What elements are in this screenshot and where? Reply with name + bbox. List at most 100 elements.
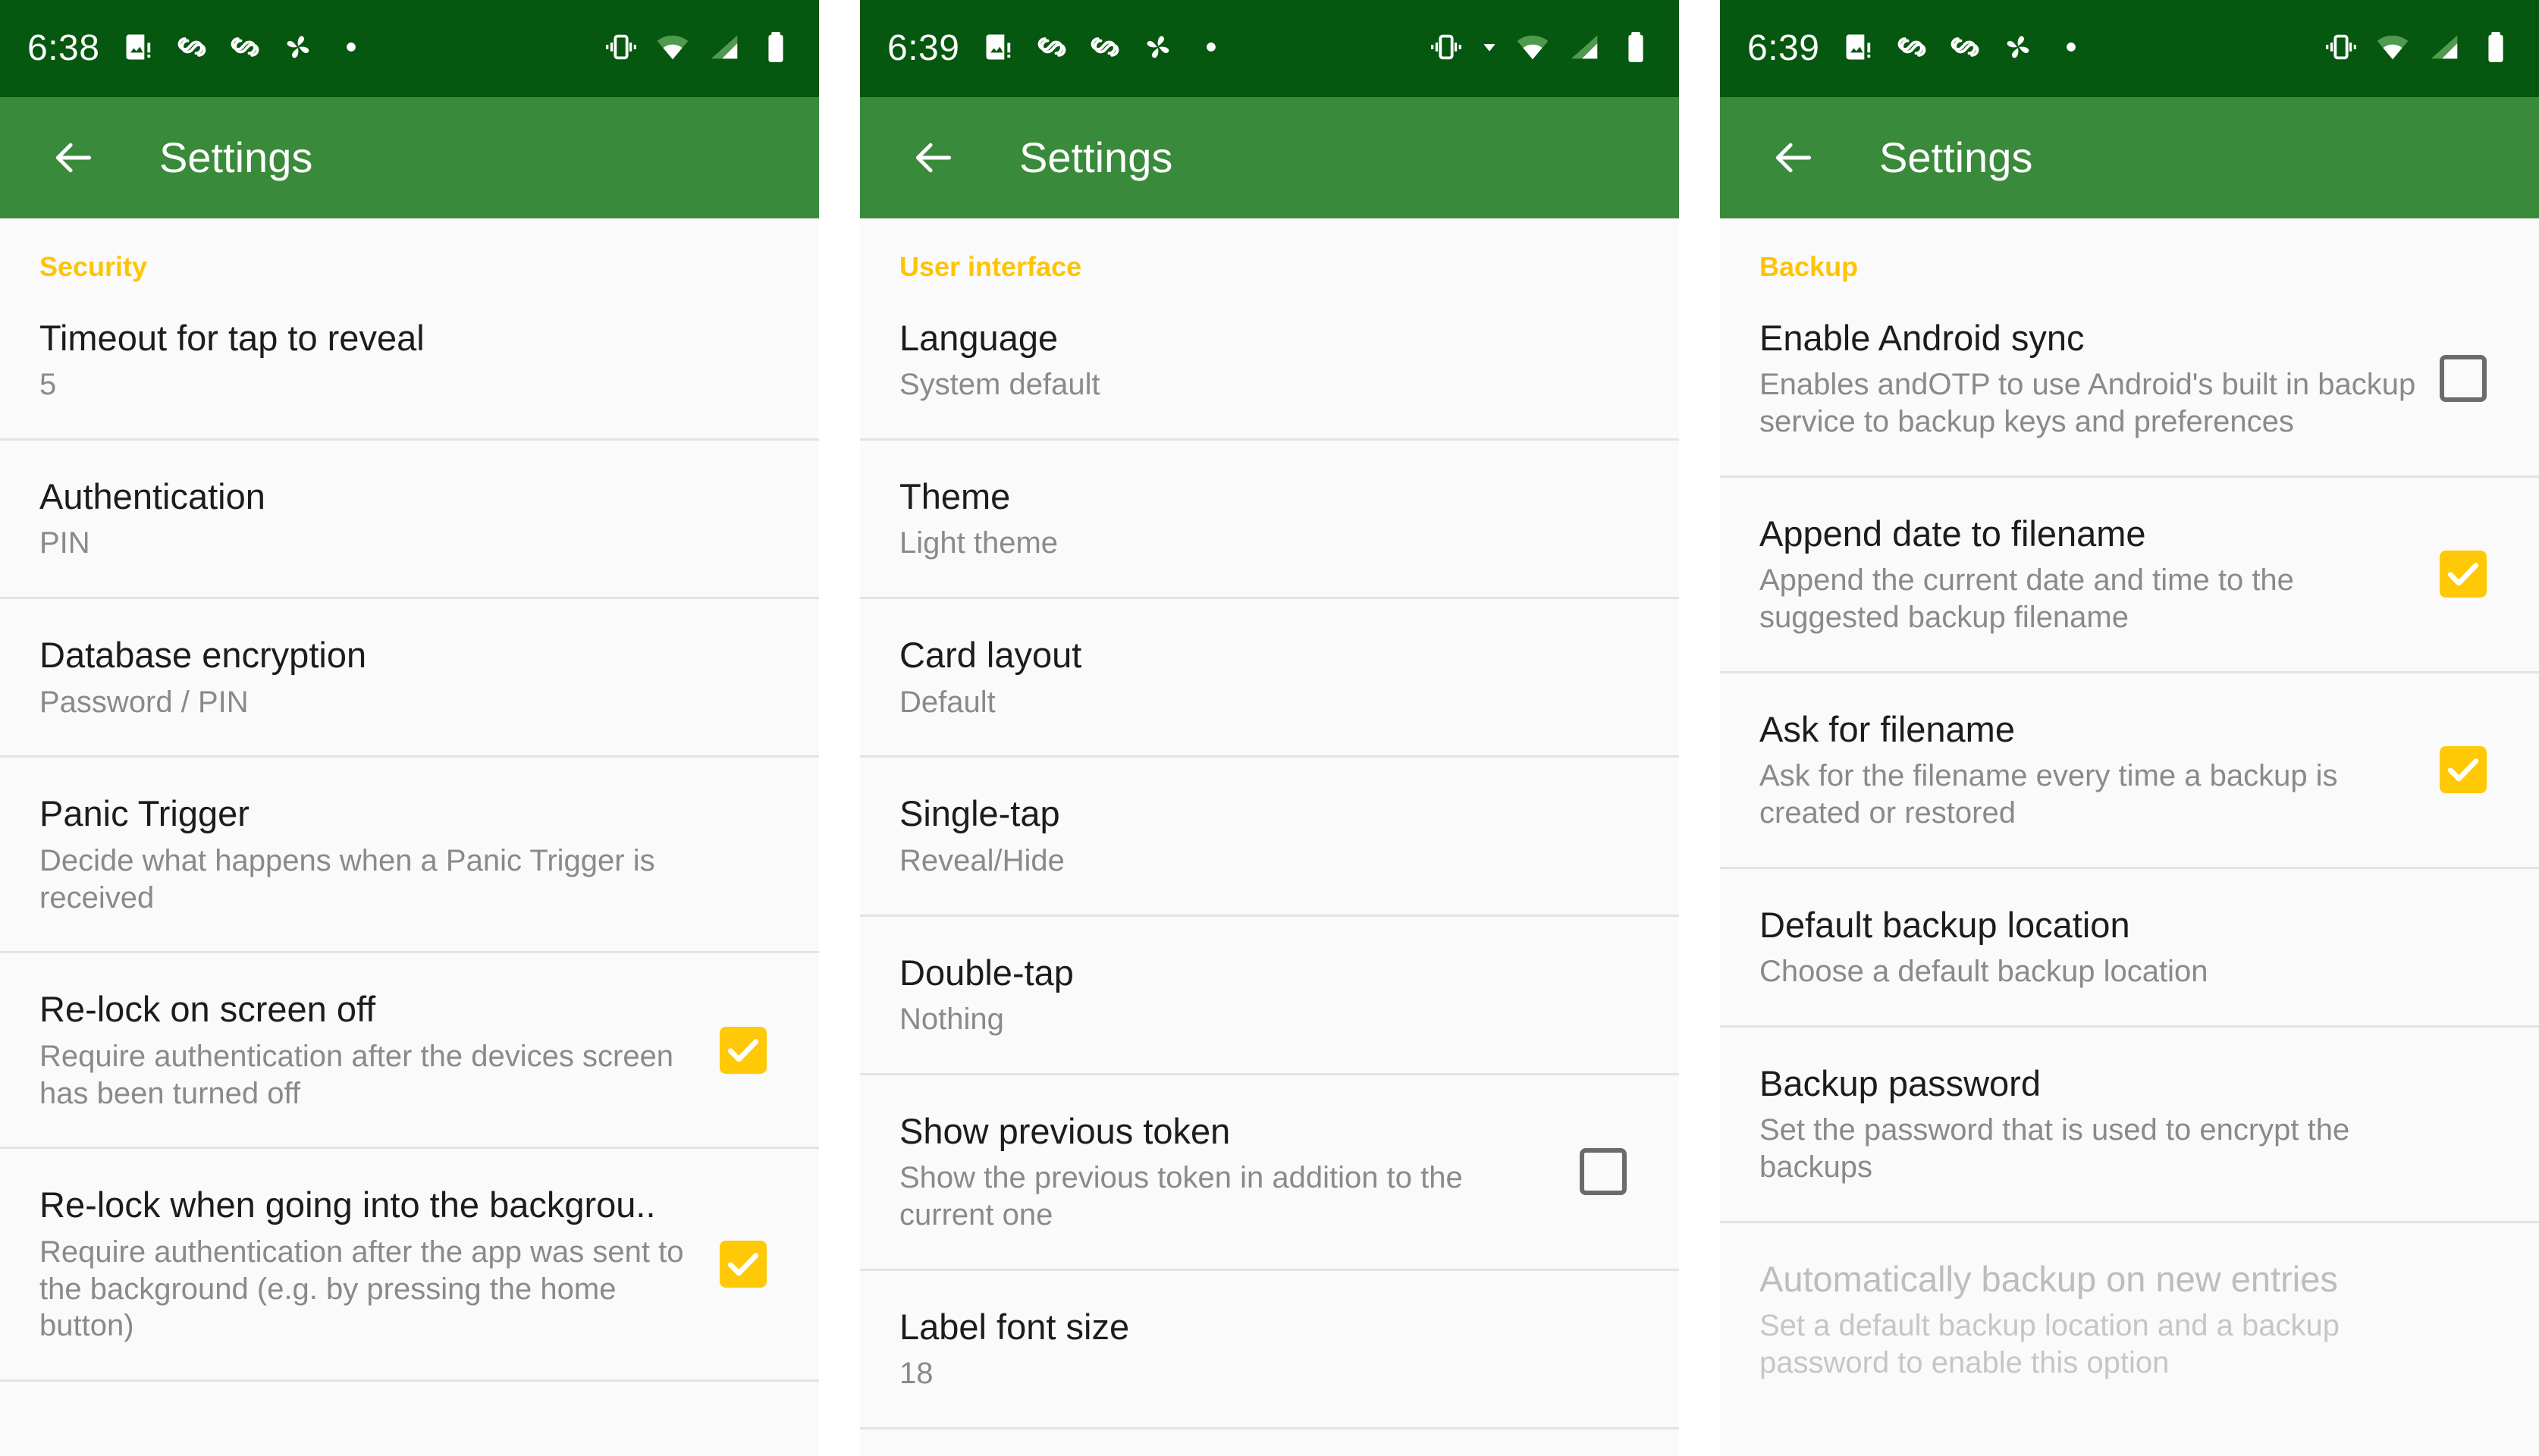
- pref-append-date-to-filename[interactable]: Append date to filename Append the curre…: [1720, 477, 2539, 673]
- pref-timeout-for-tap-to-reveal[interactable]: Timeout for tap to reveal 5: [0, 281, 819, 441]
- pref-texts: Timeout for tap to reveal 5: [39, 282, 780, 438]
- pref-title: Language: [899, 317, 1059, 358]
- wifi-icon: [2375, 30, 2410, 68]
- back-arrow-icon[interactable]: [41, 125, 106, 190]
- link-icon: [1948, 30, 1982, 67]
- pref-title: Automatically backup on new entries: [1759, 1259, 2338, 1300]
- back-arrow-icon[interactable]: [1761, 125, 1826, 190]
- pinwheel-icon: [1141, 30, 1175, 67]
- pref-summary: Reveal/Hide: [899, 843, 1065, 877]
- pref-show-previous-token[interactable]: Show previous token Show the previous to…: [860, 1075, 1679, 1271]
- pref-texts: Automatically backup on new entries Set …: [1759, 1223, 2500, 1417]
- preference-list-user-interface: User interface Language System default T…: [860, 218, 1679, 1430]
- pref-title: Database encryption: [39, 635, 367, 676]
- pref-texts: Database encryption Password / PIN: [39, 599, 780, 755]
- back-arrow-icon[interactable]: [901, 125, 966, 190]
- pref-re-lock-on-screen-off[interactable]: Re-lock on screen off Require authentica…: [0, 953, 819, 1150]
- pref-automatically-backup-on-new-entries: Automatically backup on new entries Set …: [1720, 1223, 2539, 1417]
- link-icon: [228, 30, 262, 67]
- pref-title: Card layout: [899, 635, 1082, 676]
- status-right-icons: [1429, 30, 1653, 68]
- pref-summary: Append the current date and time to the …: [1759, 563, 2294, 634]
- checkbox-checked-icon[interactable]: [2440, 551, 2487, 598]
- pref-database-encryption[interactable]: Database encryption Password / PIN: [0, 599, 819, 758]
- vibrate-icon: [1429, 30, 1464, 68]
- pref-summary: Ask for the filename every time a backup…: [1759, 759, 2338, 830]
- link-icon: [1088, 30, 1122, 67]
- checkbox-wrap[interactable]: [2427, 355, 2500, 403]
- pref-summary: 18: [899, 1357, 934, 1391]
- checkbox-wrap[interactable]: [2427, 746, 2500, 794]
- pref-title: Default backup location: [1759, 904, 2130, 945]
- checkbox-wrap[interactable]: [1567, 1148, 1640, 1196]
- pref-summary: Default: [899, 685, 996, 719]
- checkbox-wrap[interactable]: [707, 1026, 780, 1074]
- checkbox-wrap[interactable]: [707, 1241, 780, 1288]
- image-alert-icon: [122, 30, 155, 67]
- pref-language[interactable]: Language System default: [860, 281, 1679, 441]
- pref-card-layout[interactable]: Card layout Default: [860, 599, 1679, 758]
- phone-screen-user-interface: 6:39 Settings User interface Language Sy…: [860, 0, 1679, 1456]
- pref-title: Append date to filename: [1759, 513, 2146, 554]
- pref-ask-for-filename[interactable]: Ask for filename Ask for the filename ev…: [1720, 673, 2539, 869]
- checkbox-checked-icon[interactable]: [720, 1241, 767, 1288]
- status-clock: 6:38: [27, 28, 100, 68]
- pref-enable-android-sync[interactable]: Enable Android sync Enables andOTP to us…: [1720, 281, 2539, 478]
- preference-list-security: Security Timeout for tap to reveal 5 Aut…: [0, 218, 819, 1382]
- pref-texts: Enable Android sync Enables andOTP to us…: [1759, 282, 2416, 475]
- pref-texts: Ask for filename Ask for the filename ev…: [1759, 673, 2416, 867]
- checkbox-checked-icon[interactable]: [2440, 746, 2487, 794]
- vibrate-icon: [2324, 30, 2359, 68]
- pref-summary: Choose a default backup location: [1759, 955, 2208, 989]
- checkbox-unchecked-icon[interactable]: [1580, 1148, 1627, 1196]
- pref-theme[interactable]: Theme Light theme: [860, 440, 1679, 600]
- pref-panic-trigger[interactable]: Panic Trigger Decide what happens when a…: [0, 758, 819, 954]
- status-left-icons: [982, 30, 1228, 67]
- category-header-security: Security: [39, 251, 148, 282]
- phone-screen-security: 6:38 Settings Security Timeout for tap t…: [0, 0, 819, 1456]
- pref-texts: Re-lock on screen off Require authentica…: [39, 953, 696, 1147]
- battery-icon: [758, 30, 793, 68]
- phone-screen-backup: 6:39 Settings Backup Enable Android sync…: [1720, 0, 2539, 1456]
- pref-re-lock-when-going-into-the-background[interactable]: Re-lock when going into the backgrou.. R…: [0, 1149, 819, 1382]
- pref-summary: Decide what happens when a Panic Trigger…: [39, 843, 655, 915]
- battery-icon: [1618, 30, 1653, 68]
- screen-gap: [1679, 0, 1720, 1456]
- caret-down-icon: [1480, 30, 1499, 68]
- pref-summary: Light theme: [899, 526, 1059, 560]
- pref-summary: PIN: [39, 526, 90, 560]
- signal-icon: [707, 30, 742, 68]
- pref-texts: Show previous token Show the previous to…: [899, 1075, 1556, 1269]
- image-alert-icon: [982, 30, 1015, 67]
- status-left-icons: [1842, 30, 2088, 67]
- checkbox-wrap[interactable]: [2427, 551, 2500, 598]
- pref-single-tap[interactable]: Single-tap Reveal/Hide: [860, 758, 1679, 917]
- pref-texts: Default backup location Choose a default…: [1759, 869, 2500, 1025]
- screen-gap: [819, 0, 860, 1456]
- pref-summary: Set the password that is used to encrypt…: [1759, 1113, 2350, 1185]
- pref-title: Ask for filename: [1759, 708, 2015, 749]
- category-header-user-interface: User interface: [899, 251, 1082, 282]
- pinwheel-icon: [281, 30, 315, 67]
- pref-backup-password[interactable]: Backup password Set the password that is…: [1720, 1027, 2539, 1224]
- pref-summary: Enables andOTP to use Android's built in…: [1759, 368, 2416, 438]
- link-icon: [1895, 30, 1929, 67]
- preference-list-backup: Backup Enable Android sync Enables andOT…: [1720, 218, 2539, 1417]
- pref-title: Double-tap: [899, 952, 1074, 993]
- pref-default-backup-location[interactable]: Default backup location Choose a default…: [1720, 868, 2539, 1028]
- pref-authentication[interactable]: Authentication PIN: [0, 440, 819, 600]
- checkbox-unchecked-icon[interactable]: [2440, 355, 2487, 403]
- pref-texts: Theme Light theme: [899, 441, 1640, 597]
- pref-double-tap[interactable]: Double-tap Nothing: [860, 916, 1679, 1075]
- pref-summary: Nothing: [899, 1003, 1004, 1037]
- status-left-icons: [122, 30, 368, 67]
- pref-summary: Require authentication after the app was…: [39, 1235, 684, 1343]
- app-bar: Settings: [1720, 97, 2539, 218]
- pinwheel-icon: [2001, 30, 2035, 67]
- dot-icon: [334, 30, 368, 67]
- pref-label-font-size[interactable]: Label font size 18: [860, 1270, 1679, 1430]
- checkbox-checked-icon[interactable]: [720, 1026, 767, 1074]
- pref-texts: Append date to filename Append the curre…: [1759, 478, 2416, 671]
- app-bar: Settings: [0, 97, 819, 218]
- link-icon: [175, 30, 209, 67]
